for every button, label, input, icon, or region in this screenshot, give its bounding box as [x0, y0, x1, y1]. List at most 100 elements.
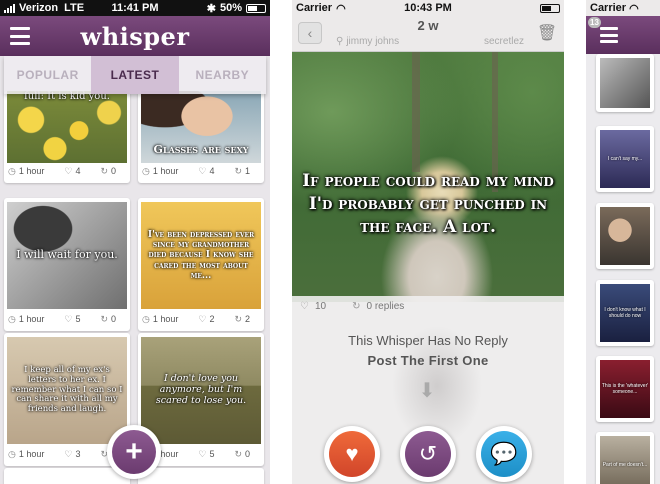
feed-tabs: POPULAR LATEST NEARBY — [4, 56, 266, 94]
heart-icon: ♡ — [198, 165, 207, 176]
whisper-card[interactable]: full: It is kid you. ◷ 1 hour ♡ 4 ↻ 0 — [4, 91, 130, 183]
whisper-caption: I keep all of my ex's letters to her ex.… — [11, 365, 123, 415]
whisper-thumb[interactable] — [596, 54, 654, 112]
reply-count: 0 — [245, 449, 251, 459]
detail-navbar: ‹ 2 w ⚲ jimmy johns secretlez 🗑 — [292, 16, 564, 52]
time-ago: 2 w — [417, 18, 439, 33]
carrier-label: Carrier — [590, 2, 627, 14]
thumb-caption: Part of me doesn't... — [602, 462, 648, 468]
status-time: 10:43 PM — [404, 2, 452, 14]
heart-count: 2 — [209, 314, 215, 324]
time-label: 1 hour — [152, 166, 179, 176]
whisper-caption: I've been depressed ever since my grandm… — [147, 229, 255, 282]
app-header: whisper — [0, 16, 270, 56]
whisper-thumb[interactable]: Part of me doesn't... — [596, 432, 654, 484]
reply-icon: ↻ — [234, 448, 243, 459]
tab-popular[interactable]: POPULAR — [4, 56, 91, 94]
thumbnail-list-screen: Carrier ◠ 13 I can't say my... I don't k… — [586, 0, 660, 484]
rewhisper-button[interactable]: ↺ — [400, 426, 456, 482]
status-bar: Verizon LTE 11:41 PM ✱ 50% — [0, 0, 270, 16]
thumb-image: Part of me doesn't... — [600, 436, 650, 484]
compose-button[interactable]: + — [107, 425, 161, 479]
heart-icon: ♡ — [198, 448, 207, 459]
divider — [270, 0, 292, 484]
tab-latest[interactable]: LATEST — [91, 56, 179, 94]
post-first-link[interactable]: Post The First One — [292, 353, 564, 368]
hamburger-icon — [600, 27, 618, 30]
reply-icon: ↻ — [352, 301, 361, 312]
chat-bubble-icon: 💬 — [481, 431, 527, 477]
thumb-caption: I can't say my... — [607, 156, 643, 162]
heart-count: 5 — [209, 449, 215, 459]
heart-icon: ♡ — [64, 313, 73, 324]
heart-count: 4 — [209, 166, 215, 176]
whisper-image: I don't love you anymore, but I'm scared… — [141, 337, 261, 444]
menu-button[interactable] — [600, 27, 618, 43]
whisper-card[interactable] — [4, 468, 130, 484]
whisper-thumb[interactable]: I can't say my... — [596, 126, 654, 192]
thumb-image: I can't say my... — [600, 130, 650, 188]
heart-button[interactable]: ♥ — [324, 426, 380, 482]
location: ⚲ jimmy johns — [336, 36, 399, 47]
whisper-image: full: It is kid you. — [7, 91, 127, 163]
heart-count: 4 — [75, 166, 81, 176]
reply-count: 1 — [245, 166, 251, 176]
clock-icon: ◷ — [8, 448, 16, 459]
whisper-card[interactable]: Glasses are sexy ◷ 1 hour ♡ 4 ↻ 1 — [138, 91, 264, 183]
whisper-image: I will wait for you. — [7, 202, 127, 309]
no-reply-text: This Whisper Has No Reply — [348, 333, 508, 348]
tab-nearby[interactable]: NEARBY — [179, 56, 266, 94]
heart-count: 10 — [314, 301, 327, 312]
whisper-thumb[interactable] — [596, 203, 654, 269]
heart-icon: ♡ — [64, 448, 73, 459]
delete-button[interactable]: 🗑 — [536, 22, 558, 44]
plus-icon: + — [112, 430, 156, 474]
whisper-text: If people could read my mind I'd probabl… — [302, 171, 554, 237]
heart-icon: ♥ — [329, 431, 375, 477]
whisper-caption: I don't love you anymore, but I'm scared… — [155, 373, 247, 406]
whisper-meta: ◷ 1 hour ♡ 4 ↻ 0 — [8, 163, 126, 179]
category-label: secretlez — [483, 36, 524, 47]
status-bar: Carrier ◠ 10:43 PM — [292, 0, 564, 16]
rewhisper-icon: ↺ — [405, 431, 451, 477]
whisper-card[interactable]: I will wait for you. ◷ 1 hour ♡ 5 ↻ 0 — [4, 198, 130, 331]
whisper-meta: ◷ 1 hour ♡ 4 ↻ 1 — [142, 163, 260, 179]
trash-icon: 🗑 — [536, 25, 558, 42]
whisper-image: I keep all of my ex's letters to her ex.… — [7, 337, 127, 444]
reply-count: 0 replies — [366, 301, 405, 312]
thumb-image — [600, 207, 650, 265]
location-label: jimmy johns — [346, 36, 400, 47]
time-label: 1 hour — [18, 314, 45, 324]
time-label: 1 hour — [18, 166, 45, 176]
whisper-meta: ◷ 1 hour ♡ 2 ↻ 2 — [142, 311, 260, 327]
time-label: 1 hour — [18, 449, 45, 459]
screenshot-collage: Verizon LTE 11:41 PM ✱ 50% whisper POPUL… — [0, 0, 660, 484]
reply-button[interactable]: 💬 — [476, 426, 532, 482]
thumb-image — [600, 58, 650, 108]
time-label: 1 hour — [152, 314, 179, 324]
whisper-image: If people could read my mind I'd probabl… — [292, 52, 564, 302]
heart-icon: ♡ — [300, 301, 309, 312]
whisper-card[interactable] — [138, 468, 264, 484]
whisper-caption: Glasses are sexy — [153, 143, 249, 157]
down-arrow-icon: ⬇ — [418, 380, 436, 402]
reply-count: 0 — [111, 166, 117, 176]
whisper-image: Glasses are sexy — [141, 91, 261, 163]
location-pin-icon: ⚲ — [336, 36, 344, 47]
heart-icon: ♡ — [198, 313, 207, 324]
reply-count: 0 — [111, 314, 117, 324]
menu-button[interactable] — [8, 24, 32, 48]
whisper-card[interactable]: I've been depressed ever since my grandm… — [138, 198, 264, 331]
whisper-thumb[interactable]: I don't know what I should do now — [596, 280, 654, 346]
heart-icon: ♡ — [64, 165, 73, 176]
status-time: 11:41 PM — [111, 2, 159, 14]
whisper-image: I've been depressed ever since my grandm… — [141, 202, 261, 309]
status-bar: Carrier ◠ — [586, 0, 660, 16]
thumb-caption: This is the 'whatever' someone... — [601, 383, 649, 395]
clock-icon: ◷ — [142, 313, 150, 324]
whisper-thumb[interactable]: This is the 'whatever' someone... — [596, 356, 654, 422]
whisper-meta: ◷1 hour ♡5 ↻0 — [8, 311, 126, 327]
thumb-image: This is the 'whatever' someone... — [600, 360, 650, 418]
divider — [564, 0, 586, 484]
battery-icon — [246, 3, 266, 13]
